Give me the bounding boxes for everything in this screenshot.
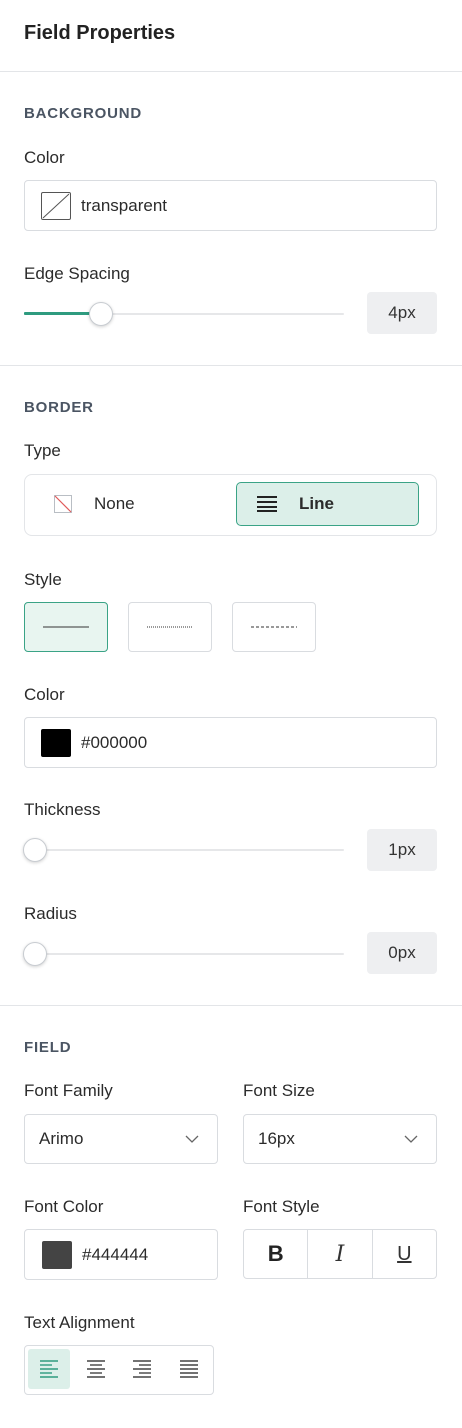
thickness-slider-track[interactable] [24, 849, 344, 851]
background-color-label: Color [24, 148, 65, 167]
border-color-label: Color [24, 685, 65, 704]
italic-button[interactable]: I [308, 1230, 373, 1278]
bold-button[interactable]: B [244, 1230, 309, 1278]
font-color-swatch [42, 1240, 72, 1269]
no-border-icon [54, 495, 72, 513]
font-style-label: Font Style [243, 1197, 320, 1216]
underline-button[interactable]: U [373, 1230, 436, 1278]
radius-label: Radius [24, 904, 77, 923]
border-type-label: Type [24, 441, 61, 460]
font-color-field[interactable]: #444444 [24, 1229, 218, 1280]
thickness-slider-thumb[interactable] [23, 838, 47, 862]
edge-spacing-value[interactable]: 4px [367, 292, 437, 334]
border-color-value: #000000 [81, 732, 148, 752]
font-size-value: 16px [258, 1129, 295, 1148]
transparent-swatch-icon [41, 191, 71, 220]
border-type-line-label: Line [299, 494, 334, 513]
radius-slider-track[interactable] [24, 953, 344, 955]
font-color-label: Font Color [24, 1197, 104, 1216]
style-dotted-button[interactable] [128, 602, 212, 652]
bold-icon: B [267, 1241, 284, 1266]
align-center-icon [86, 1360, 105, 1378]
align-right-icon [133, 1360, 152, 1378]
border-type-none-option[interactable]: None [36, 482, 219, 526]
border-style-label: Style [24, 570, 62, 589]
underline-icon: U [397, 1242, 412, 1265]
background-divider [0, 365, 462, 366]
border-type-line-option[interactable]: Line [236, 482, 419, 526]
border-color-swatch [41, 728, 71, 757]
font-size-label: Font Size [243, 1081, 315, 1100]
background-color-value: transparent [81, 195, 167, 215]
thickness-label: Thickness [24, 800, 101, 819]
font-style-group: B I U [243, 1229, 437, 1279]
font-family-select[interactable]: Arimo [24, 1114, 218, 1164]
border-color-field[interactable]: #000000 [24, 717, 437, 768]
align-left-icon [39, 1360, 58, 1378]
font-size-select[interactable]: 16px [243, 1114, 437, 1164]
align-left-button[interactable] [28, 1349, 70, 1389]
align-justify-icon [180, 1360, 199, 1378]
font-color-value: #444444 [82, 1244, 149, 1264]
header-divider [0, 71, 462, 72]
background-color-field[interactable]: transparent [24, 180, 437, 231]
lines-icon [257, 496, 277, 512]
chevron-down-icon [404, 1135, 418, 1143]
dashed-line-icon [251, 626, 297, 628]
chevron-down-icon [185, 1135, 199, 1143]
solid-line-icon [43, 626, 89, 628]
italic-icon: I [335, 1241, 345, 1267]
text-alignment-group [24, 1345, 214, 1395]
field-section-title: FIELD [24, 1039, 72, 1056]
dotted-line-icon [147, 626, 193, 628]
align-justify-button[interactable] [168, 1349, 210, 1389]
panel-title: Field Properties [24, 22, 176, 44]
thickness-value[interactable]: 1px [367, 829, 437, 871]
border-section-title: BORDER [24, 399, 94, 416]
align-right-button[interactable] [122, 1349, 164, 1389]
text-alignment-label: Text Alignment [24, 1313, 135, 1332]
edge-spacing-label: Edge Spacing [24, 264, 130, 283]
font-family-value: Arimo [39, 1129, 84, 1148]
radius-slider-thumb[interactable] [23, 942, 47, 966]
align-center-button[interactable] [75, 1349, 117, 1389]
background-section-title: BACKGROUND [24, 105, 142, 122]
border-type-none-label: None [94, 494, 135, 513]
style-solid-button[interactable] [24, 602, 108, 652]
border-divider [0, 1005, 462, 1006]
radius-value[interactable]: 0px [367, 932, 437, 974]
font-family-label: Font Family [24, 1081, 113, 1100]
style-dashed-button[interactable] [232, 602, 316, 652]
edge-spacing-slider-thumb[interactable] [89, 302, 114, 326]
